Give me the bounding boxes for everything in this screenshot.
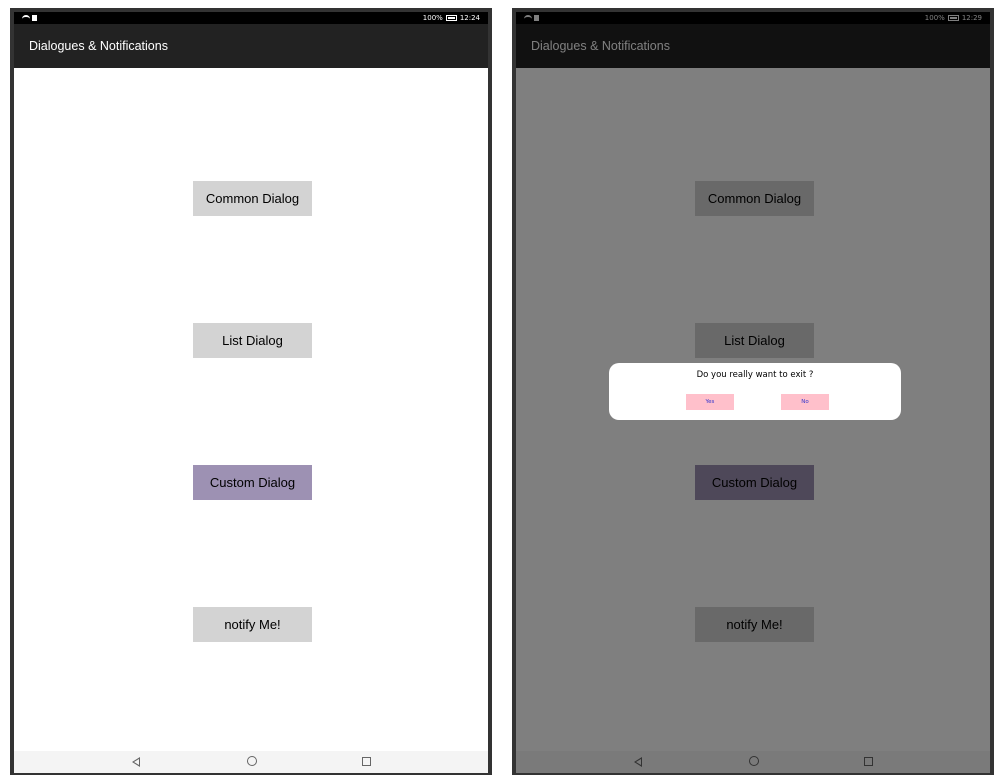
clock: 12:24 (459, 14, 480, 22)
home-icon[interactable] (247, 756, 257, 766)
dialog-message: Do you really want to exit ? (696, 370, 814, 380)
back-icon[interactable] (132, 757, 140, 767)
recent-apps-icon[interactable] (362, 757, 371, 766)
app-title: Dialogues & Notifications (29, 39, 168, 53)
wifi-icon (22, 15, 30, 21)
navigation-bar (14, 751, 488, 773)
status-icons-left (22, 12, 37, 24)
device-frame-left: 100% 12:24 Dialogues & Notifications Com… (10, 8, 492, 775)
custom-dialog-button[interactable]: Custom Dialog (193, 465, 312, 500)
dialog-no-button[interactable]: No (781, 394, 829, 410)
main-content: Common Dialog List Dialog Custom Dialog … (14, 68, 488, 755)
exit-dialog: Do you really want to exit ? Yes No (609, 363, 901, 420)
common-dialog-button[interactable]: Common Dialog (193, 181, 312, 216)
list-dialog-button[interactable]: List Dialog (193, 323, 312, 358)
sim-icon (32, 15, 37, 21)
screen-left: 100% 12:24 Dialogues & Notifications Com… (14, 12, 488, 773)
notify-me-button[interactable]: notify Me! (193, 607, 312, 642)
battery-percent: 100% (422, 14, 443, 22)
screen-right: 100% 12:29 Dialogues & Notifications Com… (516, 12, 990, 773)
app-bar: Dialogues & Notifications (14, 24, 488, 68)
device-frame-right: 100% 12:29 Dialogues & Notifications Com… (512, 8, 994, 775)
status-bar: 100% 12:24 (14, 12, 488, 24)
battery-icon (445, 15, 457, 21)
status-icons-right: 100% 12:24 (423, 12, 480, 24)
dialog-yes-button[interactable]: Yes (686, 394, 734, 410)
